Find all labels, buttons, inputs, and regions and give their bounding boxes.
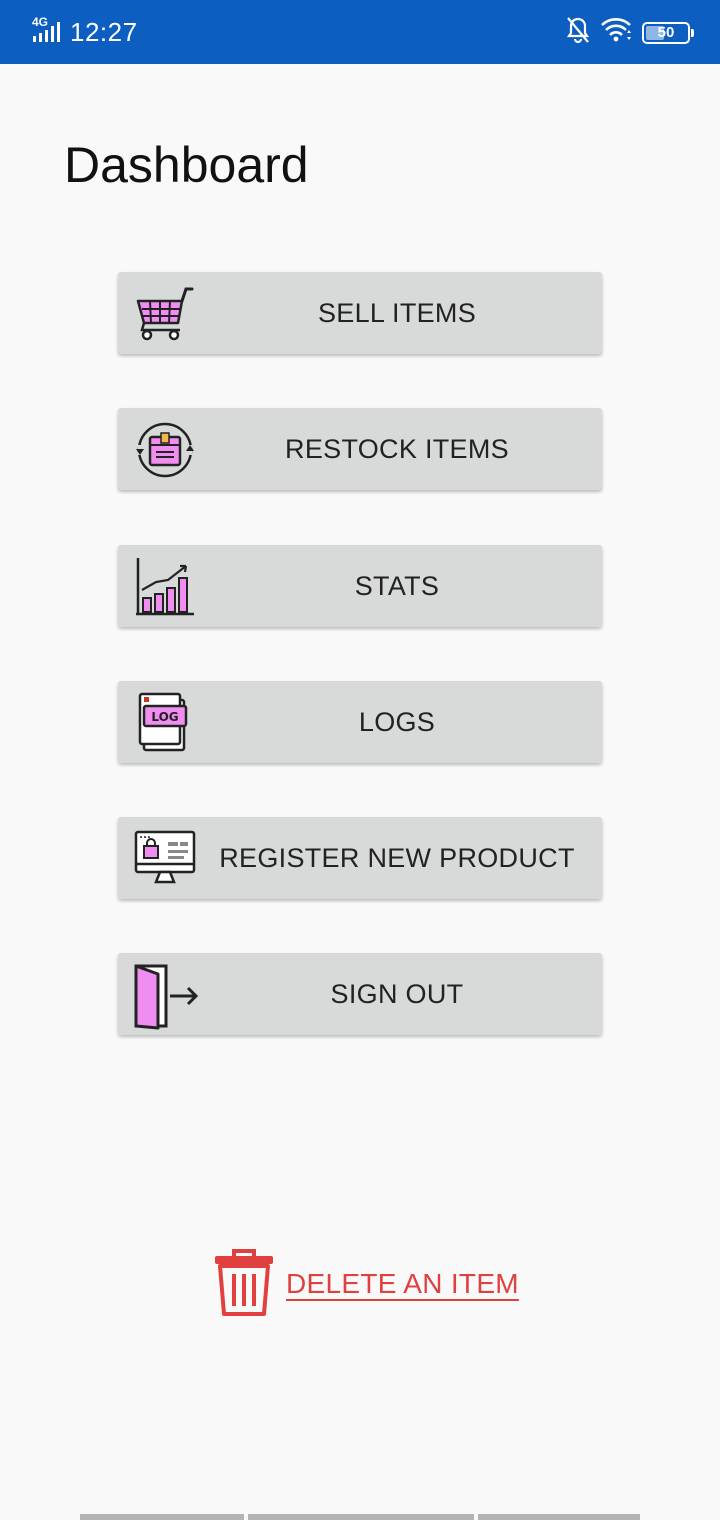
- restock-box-icon: [134, 419, 196, 479]
- status-left: 4G 12:27: [32, 14, 138, 51]
- delete-item-label: DELETE AN ITEM: [286, 1268, 519, 1299]
- restock-items-label: RESTOCK ITEMS: [285, 434, 509, 464]
- clock: 12:27: [70, 17, 138, 47]
- nav-bar-segment: [80, 1514, 244, 1520]
- bar-chart-icon: [134, 556, 196, 616]
- page-title: Dashboard: [64, 137, 309, 193]
- nav-bar-segment: [478, 1514, 640, 1520]
- sell-items-label: SELL ITEMS: [317, 298, 477, 328]
- product-monitor-icon: [134, 828, 196, 888]
- svg-text:LOG: LOG: [151, 710, 178, 724]
- stats-label: STATS: [354, 571, 440, 601]
- log-file-icon: LOG: [134, 692, 196, 752]
- shopping-cart-icon: [134, 283, 196, 343]
- battery-icon: 50: [642, 21, 694, 44]
- status-right: 50: [566, 16, 694, 49]
- sign-out-button[interactable]: SIGN OUT: [118, 953, 602, 1035]
- status-bar: 4G 12:27 50: [0, 0, 720, 64]
- signal-icon: 4G: [32, 14, 62, 51]
- logs-button[interactable]: LOG LOGS: [118, 681, 602, 763]
- battery-percent: 50: [657, 23, 675, 41]
- trash-icon: [212, 1248, 276, 1318]
- register-new-product-label: REGISTER NEW PRODUCT: [219, 843, 575, 873]
- stats-button[interactable]: STATS: [118, 545, 602, 627]
- svg-text:4G: 4G: [32, 15, 48, 29]
- register-new-product-button[interactable]: REGISTER NEW PRODUCT: [118, 817, 602, 899]
- sign-out-door-icon: [134, 964, 199, 1030]
- delete-item-link[interactable]: DELETE AN ITEM: [212, 1248, 522, 1318]
- nav-bar-segment: [248, 1514, 474, 1520]
- restock-items-button[interactable]: RESTOCK ITEMS: [118, 408, 602, 490]
- sell-items-button[interactable]: SELL ITEMS: [118, 272, 602, 354]
- wifi-icon: [600, 17, 632, 48]
- logs-label: LOGS: [358, 707, 436, 737]
- sign-out-label: SIGN OUT: [330, 979, 464, 1009]
- notifications-off-icon: [566, 16, 590, 49]
